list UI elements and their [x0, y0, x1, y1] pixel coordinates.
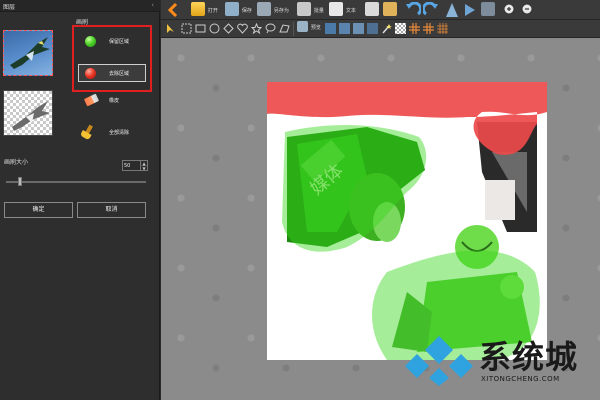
grid-icon[interactable] — [409, 23, 420, 34]
selection-toolbar: 预览 — [161, 20, 600, 38]
preview-label: 预览 — [310, 25, 321, 31]
broom-icon — [85, 124, 93, 135]
batch-icon — [297, 2, 311, 16]
brush-size-stepper[interactable]: ▲ ▼ — [122, 160, 148, 171]
open-button[interactable]: 打开 — [191, 2, 218, 18]
open-label: 打开 — [207, 8, 218, 14]
layer-thumbnail-original[interactable] — [3, 30, 53, 76]
layer-tool-4-icon[interactable] — [367, 23, 378, 34]
zoom-in-icon[interactable] — [503, 2, 517, 18]
cartoon-image: 媒体 — [267, 82, 547, 360]
brush-size-label: 画刷大小 — [4, 159, 29, 166]
text-button[interactable]: 文本 — [329, 2, 356, 18]
pin-icon[interactable]: ‹ — [151, 1, 154, 9]
ok-button[interactable]: 确定 — [4, 202, 73, 218]
batch-button[interactable]: 批量 — [297, 2, 324, 18]
bird-cutout-icon — [12, 101, 50, 131]
redo-icon[interactable] — [423, 2, 439, 18]
layer-tool-1-icon[interactable] — [325, 23, 336, 34]
ellipse-select-icon[interactable] — [209, 23, 220, 34]
mail-icon[interactable] — [383, 2, 397, 16]
brush-size-slider-thumb[interactable] — [18, 177, 22, 186]
eraser-button[interactable]: 橡皮 — [78, 91, 146, 109]
highlight-box — [72, 25, 152, 92]
grid-fine-icon[interactable] — [437, 23, 448, 34]
eraser-icon — [83, 93, 100, 107]
grid-alt-icon[interactable] — [423, 23, 434, 34]
spin-down-icon[interactable]: ▼ — [140, 166, 147, 171]
save-as-label: 另存为 — [273, 8, 289, 14]
layer-tool-3-icon[interactable] — [353, 23, 364, 34]
lasso-icon[interactable] — [265, 23, 276, 34]
eraser-label: 橡皮 — [109, 98, 120, 104]
preview-icon — [297, 21, 308, 32]
cancel-button[interactable]: 取消 — [77, 202, 146, 218]
back-arrow-icon[interactable] — [167, 2, 179, 18]
panel-title: 图层 — [3, 4, 16, 11]
layer-thumbnail-result[interactable] — [3, 90, 53, 136]
save-icon — [225, 2, 239, 16]
bird-image-icon — [10, 37, 50, 69]
image-document[interactable]: 媒体 — [267, 82, 547, 360]
heart-select-icon[interactable] — [237, 23, 248, 34]
panel-header: 图层 ‹ — [0, 0, 160, 12]
print-icon[interactable] — [365, 2, 379, 16]
watermark-text: 系统城 — [479, 338, 579, 376]
clear-all-label: 全部清除 — [109, 130, 130, 136]
magic-wand-icon[interactable] — [381, 23, 392, 34]
folder-icon — [191, 2, 205, 16]
play-icon[interactable] — [463, 2, 477, 18]
save-button[interactable]: 保存 — [225, 2, 252, 18]
crop-icon[interactable] — [481, 2, 495, 16]
square-select-icon[interactable] — [195, 23, 206, 34]
main-toolbar: 打开 保存 另存为 批量 文本 — [161, 0, 600, 20]
star-select-icon[interactable] — [251, 23, 262, 34]
brush-size-slider-track[interactable] — [6, 181, 146, 183]
brush-size-input[interactable] — [124, 162, 140, 170]
diamond-select-icon[interactable] — [223, 23, 234, 34]
brush-panel: 图层 ‹ 画刷 保留区域 去除区域 橡皮 全部清除 画刷大小 ▲ ▼ — [0, 0, 160, 400]
text-label: 文本 — [345, 8, 356, 14]
zoom-out-icon[interactable] — [521, 2, 535, 18]
transparency-icon[interactable] — [395, 23, 406, 34]
watermark-subtext: XITONGCHENG.COM — [481, 375, 560, 383]
sharpen-icon[interactable] — [445, 2, 459, 18]
save-as-button[interactable]: 另存为 — [257, 2, 289, 18]
batch-label: 批量 — [313, 8, 324, 14]
pointer-icon[interactable] — [165, 23, 176, 34]
layer-tool-2-icon[interactable] — [339, 23, 350, 34]
polygon-lasso-icon[interactable] — [279, 23, 290, 34]
save-as-icon — [257, 2, 271, 16]
undo-icon[interactable] — [405, 2, 421, 18]
preview-button[interactable]: 预览 — [297, 21, 321, 37]
rect-select-icon[interactable] — [181, 23, 192, 34]
watermark: 系统城 XITONGCHENG.COM — [405, 330, 595, 390]
clear-all-button[interactable]: 全部清除 — [78, 123, 146, 141]
site-logo-icon — [405, 336, 473, 386]
text-tool-icon — [329, 2, 343, 16]
save-label: 保存 — [241, 8, 252, 14]
